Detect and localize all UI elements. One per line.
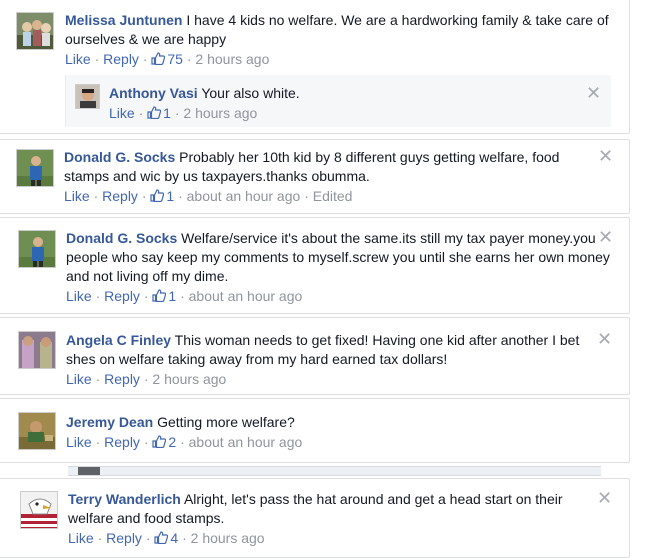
like-count[interactable]: 4 (154, 530, 178, 546)
separator: · (180, 288, 185, 304)
thumbs-up-icon (152, 289, 167, 302)
timestamp[interactable]: 2 hours ago (183, 105, 257, 121)
close-icon[interactable]: ✕ (586, 84, 601, 102)
separator: · (142, 51, 148, 67)
separator: · (186, 51, 192, 67)
thumbs-up-icon (147, 106, 162, 119)
edited-label[interactable]: Edited (313, 188, 353, 204)
like-link[interactable]: Like (66, 371, 92, 387)
close-icon[interactable]: ✕ (597, 330, 612, 348)
close-icon[interactable]: ✕ (598, 147, 613, 165)
separator: · (143, 288, 149, 304)
separator: · (138, 105, 144, 121)
commenter-name[interactable]: Melissa Juntunen (65, 12, 182, 28)
timestamp[interactable]: about an hour ago (187, 188, 301, 204)
avatar[interactable] (18, 412, 56, 450)
comment-body: Jeremy Dean Getting more welfare? Like ·… (66, 413, 596, 452)
comment-actions: Like · Reply · 1 · about an hour ago (66, 287, 614, 306)
like-count-value: 2 (168, 434, 177, 450)
like-link[interactable]: Like (66, 434, 92, 450)
avatar[interactable] (75, 84, 100, 109)
comment-actions: Like · Reply · 4 · 2 hours ago (68, 529, 593, 548)
avatar[interactable] (16, 12, 54, 50)
reply-actions: Like · 1 · 2 hours ago (109, 104, 579, 123)
thumbs-up-icon (151, 52, 166, 65)
separator: · (93, 188, 99, 204)
thumbs-up-icon (154, 531, 169, 544)
like-count[interactable]: 75 (151, 51, 183, 67)
avatar[interactable] (16, 149, 54, 187)
scrollbar-thumb[interactable] (78, 467, 100, 475)
comment-actions: Like · Reply · 2 hours ago (66, 370, 596, 389)
comment-actions: Like · Reply · 2 · about an hour ago (66, 433, 596, 452)
like-link[interactable]: Like (109, 105, 135, 121)
reply-text: Your also white. (201, 85, 300, 101)
separator: · (145, 530, 151, 546)
reply-link[interactable]: Reply (104, 288, 140, 304)
reply-link[interactable]: Reply (102, 188, 138, 204)
like-count-value: 1 (163, 105, 171, 121)
comment-body: Melissa Juntunen I have 4 kids no welfar… (65, 11, 613, 69)
commenter-name[interactable]: Donald G. Socks (64, 149, 175, 165)
timestamp[interactable]: 2 hours ago (195, 51, 269, 67)
separator: · (304, 188, 309, 204)
avatar[interactable] (20, 491, 58, 529)
comment-actions: Like · Reply · 75 · 2 hours ago (65, 50, 613, 69)
comment-actions: Like · Reply · 1 · about an hour ago · E… (64, 187, 594, 206)
separator: · (178, 188, 183, 204)
close-icon[interactable]: ✕ (598, 228, 613, 246)
like-count-value: 1 (168, 288, 177, 304)
separator: · (174, 105, 180, 121)
separator: · (95, 371, 101, 387)
commenter-name[interactable]: Angela C Finley (66, 332, 171, 348)
comment-body: Donald G. Socks Probably her 10th kid by… (64, 148, 594, 206)
like-count[interactable]: 1 (147, 105, 171, 121)
close-icon[interactable]: ✕ (597, 489, 612, 507)
separator: · (97, 530, 103, 546)
commenter-name[interactable]: Jeremy Dean (66, 414, 153, 430)
commenter-name[interactable]: Terry Wanderlich (68, 491, 181, 507)
reply-link[interactable]: Reply (104, 434, 140, 450)
comment-body: Donald G. Socks Welfare/service it's abo… (66, 229, 614, 306)
comment-text: Getting more welfare? (157, 414, 295, 430)
reply-link[interactable]: Reply (103, 51, 139, 67)
thumbs-up-icon (152, 435, 167, 448)
like-count-value: 1 (166, 188, 175, 204)
like-link[interactable]: Like (68, 530, 94, 546)
separator: · (141, 188, 147, 204)
comment-body: Terry Wanderlich Alright, let's pass the… (68, 490, 593, 548)
like-link[interactable]: Like (65, 51, 91, 67)
timestamp[interactable]: 2 hours ago (152, 371, 226, 387)
separator: · (95, 288, 101, 304)
avatar[interactable] (18, 230, 56, 268)
thumbs-up-icon (150, 189, 165, 202)
like-count[interactable]: 1 (152, 288, 176, 304)
reply-body: Anthony Vasi Your also white. Like · 1 ·… (109, 84, 579, 123)
commenter-name[interactable]: Donald G. Socks (66, 230, 177, 246)
separator: · (95, 434, 101, 450)
horizontal-scrollbar[interactable] (68, 466, 601, 476)
separator: · (182, 530, 187, 546)
timestamp[interactable]: about an hour ago (189, 288, 303, 304)
avatar[interactable] (18, 331, 56, 369)
like-count-value: 75 (167, 51, 183, 67)
separator: · (143, 434, 149, 450)
like-count[interactable]: 1 (150, 188, 174, 204)
timestamp[interactable]: about an hour ago (189, 434, 303, 450)
separator: · (180, 434, 185, 450)
reply-link[interactable]: Reply (104, 371, 140, 387)
like-count[interactable]: 2 (152, 434, 176, 450)
separator: · (94, 51, 100, 67)
reply-link[interactable]: Reply (106, 530, 142, 546)
timestamp[interactable]: 2 hours ago (191, 530, 265, 546)
like-link[interactable]: Like (64, 188, 90, 204)
like-count-value: 4 (170, 530, 179, 546)
separator: · (143, 371, 149, 387)
like-link[interactable]: Like (66, 288, 92, 304)
commenter-name[interactable]: Anthony Vasi (109, 85, 198, 101)
comment-body: Angela C Finley This woman needs to get … (66, 331, 596, 389)
